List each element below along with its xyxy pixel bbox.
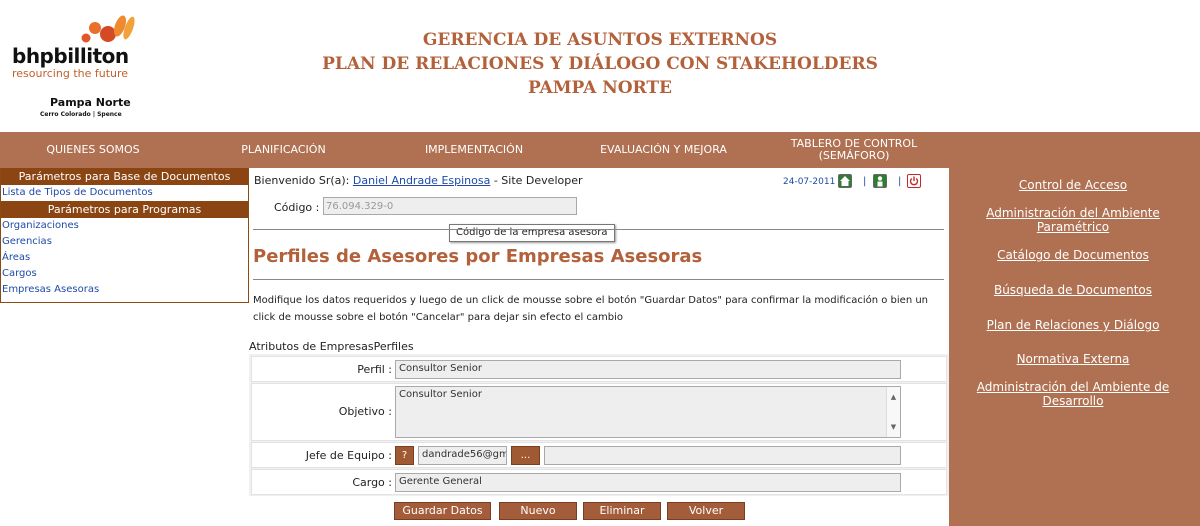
right-link-catalogo-documentos[interactable]: Catálogo de Documentos [959,248,1187,262]
objetivo-textarea[interactable]: Consultor Senior ▲ ▼ [395,386,901,438]
attributes-title: Atributos de EmpresasPerfiles [249,340,414,353]
main-nav: QUIENES SOMOS PLANIFICACIÓN IMPLEMENTACI… [0,132,1200,168]
right-link-busqueda-documentos[interactable]: Búsqueda de Documentos [959,283,1187,297]
form-row-objetivo: Objetivo : Consultor Senior ▲ ▼ [251,383,947,441]
right-link-normativa-externa[interactable]: Normativa Externa [959,352,1187,366]
objetivo-scrollbar[interactable]: ▲ ▼ [886,387,900,437]
instructions-text: Modifique los datos requeridos y luego d… [253,295,929,323]
save-button[interactable]: Guardar Datos [394,502,491,520]
header-titles: GERENCIA DE ASUNTOS EXTERNOS PLAN DE REL… [300,28,900,100]
current-date: 24-07-2011 [783,177,836,187]
header-title-3: PAMPA NORTE [528,78,672,98]
sidebar-link-empresas-asesoras[interactable]: Empresas Asesoras [1,282,248,298]
logo-dots-icon [81,15,135,43]
nav-item-evaluacion[interactable]: EVALUACIÓN Y MEJORA [567,132,760,168]
page-title: Perfiles de Asesores por Empresas Asesor… [253,246,703,267]
header-title-1: GERENCIA DE ASUNTOS EXTERNOS [422,30,778,50]
form-row-perfil: Perfil : Consultor Senior [251,356,947,382]
divider [253,279,944,280]
cargo-label: Cargo : [352,476,392,489]
sidebar-header-programas: Parámetros para Programas [1,201,248,218]
new-button[interactable]: Nuevo [499,502,577,520]
divider [253,229,944,230]
right-link-ambiente-desarrollo[interactable]: Administración del Ambiente de Desarroll… [959,380,1187,408]
jefe-email-field[interactable]: dandrade56@gmail [418,446,507,465]
right-link-ambiente-parametrico[interactable]: Administración del Ambiente Paramétrico [959,206,1187,234]
logo-tagline: resourcing the future [12,67,129,80]
sidebar-link-gerencias[interactable]: Gerencias [1,234,248,250]
logo-brand: bhpbilliton [12,44,129,68]
welcome-prefix: Bienvenido Sr(a): [254,174,350,187]
scroll-up-arrow-icon[interactable]: ▲ [887,389,900,405]
jefe-name-field[interactable] [544,446,901,465]
page-header: bhpbilliton resourcing the future Pampa … [0,0,1200,132]
logo-site-name: Pampa Norte [50,96,131,109]
objetivo-text: Consultor Senior [399,389,482,400]
left-sidebar: Parámetros para Base de Documentos Lista… [0,168,249,303]
main-content: Bienvenido Sr(a): Daniel Andrade Espinos… [249,168,949,526]
delete-button[interactable]: Eliminar [583,502,661,520]
back-button[interactable]: Volver [667,502,745,520]
form-row-cargo: Cargo : Gerente General [251,469,947,495]
sidebar-header-documentos: Parámetros para Base de Documentos [1,168,248,185]
logo-site-sub: Cerro Colorado | Spence [40,111,122,118]
jefe-lookup-button[interactable]: ... [511,446,540,465]
separator: | [863,176,867,187]
objetivo-label: Objetivo : [338,405,392,418]
nav-item-planificacion[interactable]: PLANIFICACIÓN [186,132,381,168]
right-link-control-acceso[interactable]: Control de Acceso [959,178,1187,192]
perfil-label: Perfil : [357,363,392,376]
header-title-2: PLAN DE RELACIONES Y DIÁLOGO CON STAKEHO… [322,54,878,74]
form-row-jefe-equipo: Jefe de Equipo : ? dandrade56@gmail ... [251,442,947,468]
jefe-help-button[interactable]: ? [395,446,414,465]
perfil-field[interactable]: Consultor Senior [395,360,901,379]
welcome-text: Bienvenido Sr(a): Daniel Andrade Espinos… [254,174,583,187]
codigo-label: Código : [274,201,320,214]
user-role: - Site Developer [493,174,583,187]
cargo-field[interactable]: Gerente General [395,473,901,492]
power-logout-icon[interactable] [907,174,921,188]
codigo-tooltip: Código de la empresa asesora [449,224,615,242]
codigo-field[interactable] [323,197,577,215]
sidebar-link-organizaciones[interactable]: Organizaciones [1,218,248,234]
sidebar-link-tipos-documentos[interactable]: Lista de Tipos de Documentos [1,185,248,201]
nav-item-implementacion[interactable]: IMPLEMENTACIÓN [381,132,567,168]
sidebar-link-areas[interactable]: Áreas [1,250,248,266]
sidebar-link-cargos[interactable]: Cargos [1,266,248,282]
profile-form: Perfil : Consultor Senior Objetivo : Con… [249,354,949,496]
separator: | [898,176,902,187]
nav-item-quienes-somos[interactable]: QUIENES SOMOS [0,132,186,168]
right-panel: Control de Acceso Administración del Amb… [949,168,1200,526]
home-icon[interactable] [838,174,852,188]
right-link-plan-relaciones[interactable]: Plan de Relaciones y Diálogo [959,318,1187,332]
bhp-billiton-logo: bhpbilliton resourcing the future Pampa … [12,14,152,124]
user-profile-icon[interactable] [873,174,887,188]
user-name-link[interactable]: Daniel Andrade Espinosa [353,174,490,187]
nav-item-tablero[interactable]: TABLERO DE CONTROL (SEMÁFORO) [760,132,948,168]
jefe-equipo-label: Jefe de Equipo : [305,449,392,462]
scroll-down-arrow-icon[interactable]: ▼ [887,419,900,435]
